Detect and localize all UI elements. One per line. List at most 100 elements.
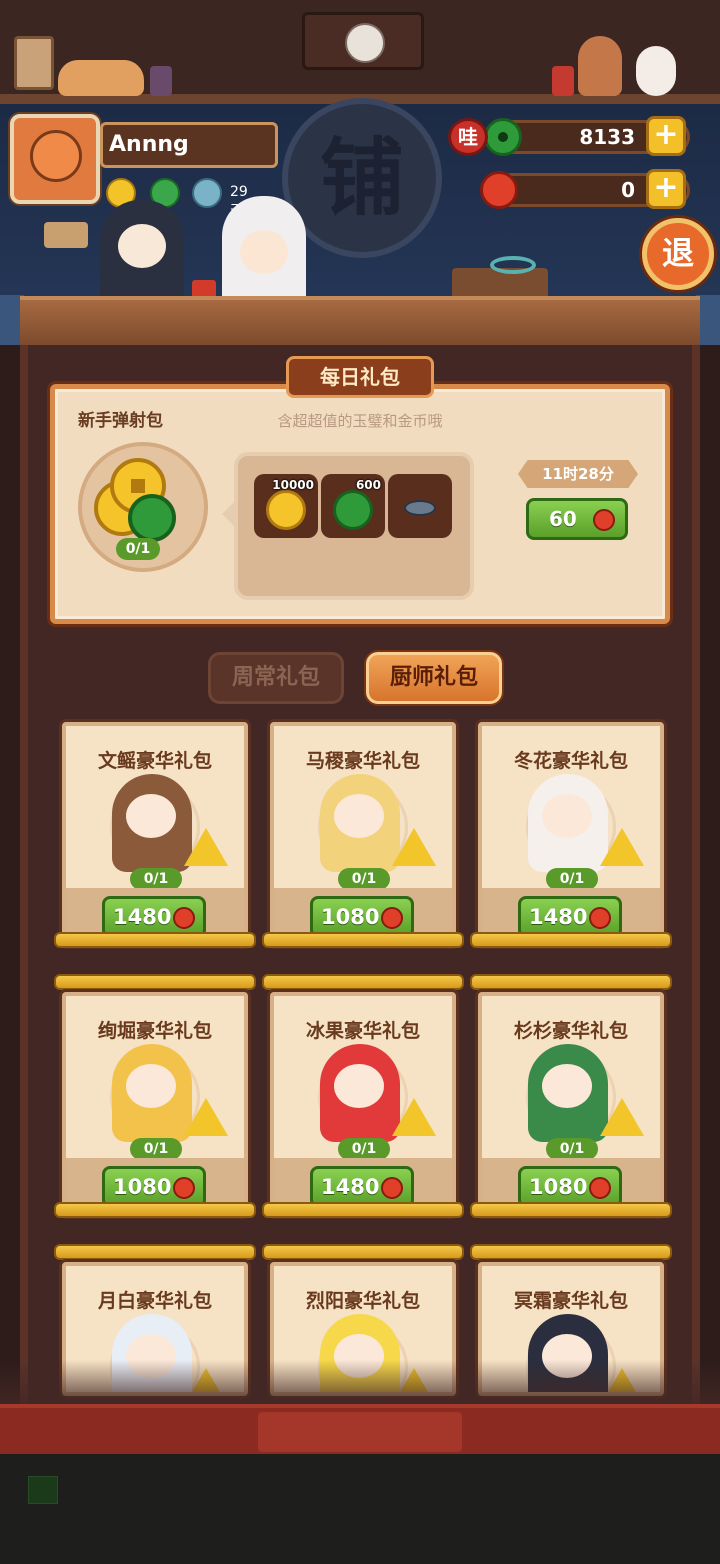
bowl-status-icon[interactable] [192,178,222,208]
chef-pack-card[interactable]: 冰果豪华礼包 0/1 1480 [270,992,456,1216]
card-top-rail [470,1244,672,1260]
tab-weekly-packs[interactable]: 周常礼包 [208,652,344,704]
chef-pack-card[interactable]: 马稷豪华礼包 0/1 1080 [270,722,456,946]
wa-badge: 哇 [448,118,488,156]
red-gem-icon [381,1177,403,1199]
red-gem-icon [173,1177,195,1199]
item-quantity: 10000 [272,478,314,492]
chef-pack-card[interactable]: 文鳐豪华礼包 0/1 1480 [62,722,248,946]
card-top-rail [54,974,256,990]
rice-ball-icon [184,1098,228,1136]
price-label: 1480 [529,905,588,929]
avatar-face [30,130,82,182]
white-cat-decoration [636,46,676,96]
disc-icon [404,500,436,516]
sleeping-cat-decoration [58,60,144,96]
chef-pack-card[interactable]: 绚堀豪华礼包 0/1 1080 [62,992,248,1216]
daily-pack-count: 0/1 [116,538,160,560]
grid-fade [0,1360,720,1406]
pack-title: 月白豪华礼包 [97,1290,212,1312]
rice-ball-icon [392,1098,436,1136]
jade-icon [333,490,373,530]
jar-decoration [150,66,172,96]
card-bottom-rail [262,932,464,948]
character-face [118,224,166,268]
item-slot-gold-coin[interactable]: 10000 [254,474,318,538]
card-top-rail [470,974,672,990]
card-top-rail [262,974,464,990]
jade-icon [128,494,176,542]
pack-count: 0/1 [546,868,598,890]
chef-portrait [112,774,192,872]
jade-currency-icon [484,118,522,156]
chef-portrait [112,1044,192,1142]
pack-title: 烈阳豪华礼包 [305,1290,420,1312]
pack-title: 绚堀豪华礼包 [97,1020,212,1042]
bottom-area [0,1454,720,1564]
daily-pack-timer: 11时28分 [518,460,638,488]
corner-indicator [28,1476,58,1504]
pack-count: 0/1 [130,1138,182,1160]
daily-pack-title: 每日礼包 [286,356,434,398]
item-slot-jade[interactable]: 600 [321,474,385,538]
card-bottom-rail [470,1202,672,1218]
price-label: 1080 [113,1175,172,1199]
pack-count: 0/1 [338,1138,390,1160]
rice-ball-icon [392,828,436,866]
buy-daily-pack-button[interactable]: 60 [526,498,628,540]
card-bottom-rail [54,932,256,948]
card-bottom-rail [54,1202,256,1218]
jade-ring-decoration [490,256,536,274]
chef-portrait [320,774,400,872]
price-label: 1480 [321,1175,380,1199]
chef-face [334,794,384,838]
card-top-rail [54,1244,256,1260]
price-label: 1080 [321,905,380,929]
red-gem-icon [589,907,611,929]
banner-cat-face-icon [345,23,385,63]
card-top-rail [262,1244,464,1260]
chef-face [542,794,592,838]
rice-ball-icon [184,828,228,866]
chef-character-right[interactable] [222,196,306,308]
player-name: Annng [100,122,278,168]
chef-character-left[interactable] [100,200,184,308]
chef-pack-card[interactable]: 冬花豪华礼包 0/1 1480 [478,722,664,946]
tab-chef-packs[interactable]: 厨师礼包 [366,652,502,704]
pack-count: 0/1 [546,1138,598,1160]
chef-pack-card[interactable]: 杉杉豪华礼包 0/1 1080 [478,992,664,1216]
chef-portrait [320,1044,400,1142]
rice-ball-icon [600,1098,644,1136]
candle-decoration [44,222,88,248]
price-label: 1480 [113,905,172,929]
shop-counter [20,296,700,346]
add-jade-button[interactable]: + [646,116,686,156]
chef-face [334,1064,384,1108]
card-bottom-rail [262,1202,464,1218]
chef-face [126,794,176,838]
red-gem-currency-icon [480,171,518,209]
red-gem-icon [381,907,403,929]
pack-count: 0/1 [338,868,390,890]
pack-title: 马稷豪华礼包 [305,750,420,772]
rice-ball-icon [600,828,644,866]
pack-title: 冰果豪华礼包 [305,1020,420,1042]
pack-title: 文鳐豪华礼包 [97,750,212,772]
daily-pack-name: 新手弹射包 [78,411,163,431]
chef-face [542,1064,592,1108]
exit-button[interactable]: 退 [642,218,714,290]
player-avatar[interactable] [10,114,100,204]
pack-title: 杉杉豪华礼包 [513,1020,628,1042]
hanging-banner [302,12,424,70]
red-gem-icon [593,509,615,531]
pack-title: 冬花豪华礼包 [513,750,628,772]
chef-portrait [528,774,608,872]
chef-face [126,1064,176,1108]
price-label: 60 [549,507,577,531]
price-label: 1080 [529,1175,588,1199]
item-slot-disc[interactable] [388,474,452,538]
daily-pack-description: 含超超值的玉璧和金币哦 [277,412,443,430]
paw-frame-decoration [14,36,54,90]
jar-decoration [552,66,574,96]
add-red-gem-button[interactable]: + [646,169,686,209]
